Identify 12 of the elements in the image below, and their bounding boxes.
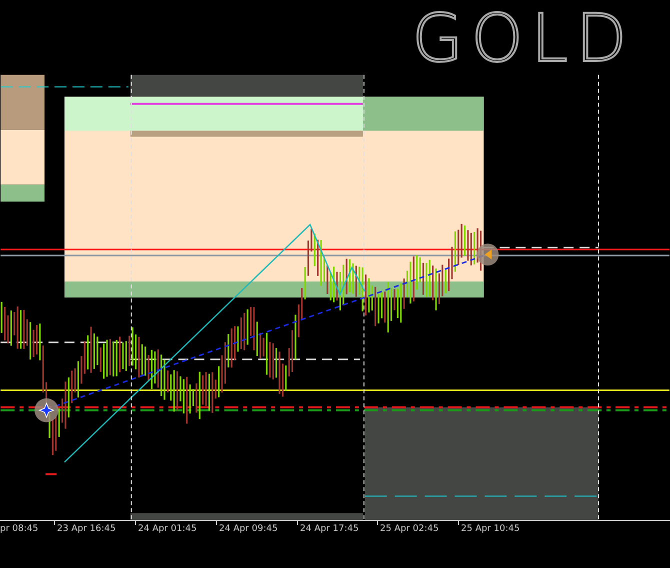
axis-label: 24 Apr 01:45 xyxy=(138,524,197,534)
axis-label: 25 Apr 02:45 xyxy=(380,524,439,534)
symbol-label: GOLD xyxy=(412,6,635,72)
axis-label: 25 Apr 10:45 xyxy=(461,524,520,534)
exit-marker-icon xyxy=(476,244,499,266)
axis-label: 24 Apr 17:45 xyxy=(300,524,359,534)
axis-label: pr 08:45 xyxy=(0,524,38,534)
entry-marker-icon xyxy=(34,398,58,422)
axis-label: 24 Apr 09:45 xyxy=(219,524,278,534)
axis-label: 23 Apr 16:45 xyxy=(57,524,116,534)
zone-block xyxy=(0,74,45,130)
marker-dash xyxy=(46,473,56,476)
